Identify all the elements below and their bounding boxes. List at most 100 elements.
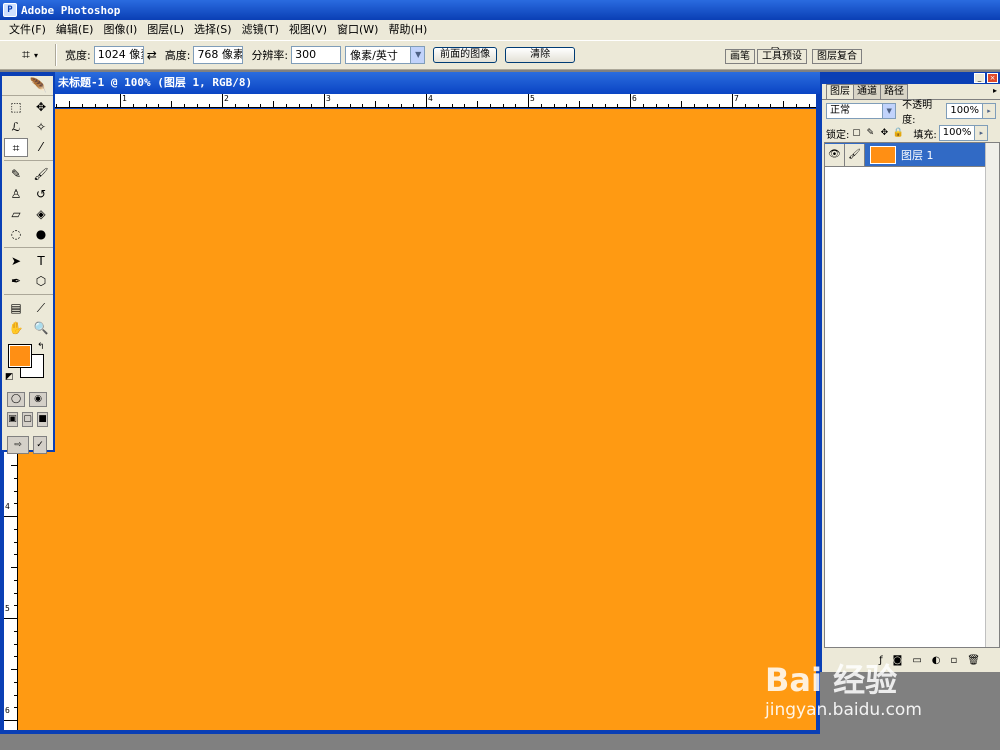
clear-button[interactable]: 清除 [505,47,576,63]
ruler-tick [14,681,17,683]
well-tab-layer-comps[interactable]: 图层复合 [812,49,862,64]
layers-scrollbar[interactable] [985,143,999,647]
trash-icon[interactable]: 🗑 [967,655,980,666]
slice-tool-icon[interactable]: ⁄ [29,138,53,157]
paint-bucket-tool-icon[interactable]: ◈ [29,205,53,224]
menu-select[interactable]: 选择(S) [189,21,237,39]
height-input[interactable]: 768 像素 [193,46,244,64]
full-screen-icon[interactable]: ■ [37,412,48,427]
blur-tool-icon[interactable]: ◌ [4,225,28,244]
tab-layers[interactable]: 图层 [826,84,854,99]
menu-view[interactable]: 视图(V) [284,21,332,39]
layers-panel: _ × 图层 通道 路径 ▸ 正常 ▼ 不透明度: 100% ▸ 锁定: ▢ ✎… [820,72,1000,672]
ruler-tick [400,104,402,107]
fill-input[interactable]: 100% ▸ [938,125,989,141]
layer-brush-link-icon[interactable]: 🖌 [845,143,865,166]
ruler-tick [311,104,313,107]
minimize-icon[interactable]: _ [974,73,985,83]
ruler-tick [14,630,17,632]
panel-menu-icon[interactable]: ▸ [993,84,1000,99]
opacity-label: 不透明度: [902,100,933,126]
resolution-unit-select[interactable]: 像素/英寸 ▼ [345,46,426,64]
healing-brush-tool-icon[interactable]: ✎ [4,165,28,184]
ruler-tick [14,694,17,696]
shape-tool-icon[interactable]: ⬡ [29,272,53,291]
ruler-number: 6 [632,94,637,103]
default-colors-icon[interactable]: ◩ [5,372,14,382]
edit-in-imageready-icon[interactable]: ✓ [33,436,47,454]
color-swatches: ↰ ◩ [4,342,51,386]
crop-tool-icon[interactable]: ⌗ [4,138,28,157]
front-image-button[interactable]: 前面的图像 [433,47,498,63]
ruler-tick [489,104,491,107]
chevron-down-icon: ▾ [33,50,38,60]
standard-screen-icon[interactable]: ▣ [7,412,18,427]
opacity-input[interactable]: 100% ▸ [946,103,996,119]
path-selection-tool-icon[interactable]: ➤ [4,252,28,271]
menu-help[interactable]: 帮助(H) [383,21,432,39]
menu-filter[interactable]: 滤镜(T) [237,21,284,39]
menu-file[interactable]: 文件(F) [4,21,51,39]
pen-tool-icon[interactable]: ✒ [4,272,28,291]
document-title[interactable]: 未标题-1 @ 100% (图层 1, RGB/8) [0,72,820,94]
full-screen-menu-icon[interactable]: ▢ [22,412,33,427]
lock-all-icon[interactable]: 🔒 [891,128,905,138]
ruler-tick [502,104,504,107]
ruler-tick [617,104,619,107]
move-tool-icon[interactable]: ✥ [29,98,53,117]
close-icon[interactable]: × [987,73,998,83]
ruler-tick [553,104,555,107]
ruler-tick [770,104,772,107]
foreground-color-swatch[interactable] [8,344,32,368]
resolution-input[interactable]: 300 [291,46,342,64]
magic-wand-tool-icon[interactable]: ✧ [29,118,53,137]
layer-row[interactable]: 👁 🖌 图层 1 [825,143,985,167]
blend-mode-value: 正常 [830,105,850,116]
ruler-tick [362,104,364,107]
zoom-tool-icon[interactable]: 🔍 [29,319,53,338]
jump-to-imageready-icon[interactable]: ⇨ [7,436,29,454]
tab-channels[interactable]: 通道 [853,84,881,99]
options-bar: ⌗▾ 宽度: 1024 像素 ⇄ 高度: 768 像素 分辨率: 300 像素/… [0,40,1000,70]
history-brush-tool-icon[interactable]: ↺ [29,185,53,204]
menu-edit[interactable]: 编辑(E) [51,21,99,39]
standard-mode-icon[interactable]: ◯ [7,392,25,407]
swap-dimensions-icon[interactable]: ⇄ [144,48,160,62]
toolbox: 🪶 ⬚ ✥ ℒ ✧ ⌗ ⁄ ✎ 🖌 ♙ ↺ ▱ ◈ ◌ ● ➤ T ✒ ⬡ ▤ … [0,72,55,454]
feather-logo-icon[interactable]: 🪶 [2,76,53,96]
width-input[interactable]: 1024 像素 [93,46,144,64]
notes-tool-icon[interactable]: ▤ [4,299,28,318]
horizontal-ruler[interactable]: 1 2 3 4 5 6 7 [4,94,816,108]
eraser-tool-icon[interactable]: ▱ [4,205,28,224]
ruler-tick [732,94,733,107]
ruler-tick [145,104,147,107]
visibility-eye-icon[interactable]: 👁 [825,143,845,166]
dodge-tool-icon[interactable]: ● [29,225,53,244]
ruler-tick [757,104,759,107]
tool-grid: ⬚ ✥ ℒ ✧ ⌗ ⁄ ✎ 🖌 ♙ ↺ ▱ ◈ ◌ ● ➤ T ✒ ⬡ ▤ ⟋ … [2,96,53,338]
marquee-tool-icon[interactable]: ⬚ [4,98,28,117]
hand-tool-icon[interactable]: ✋ [4,319,28,338]
blend-mode-select[interactable]: 正常 ▼ [826,103,897,119]
menu-layer[interactable]: 图层(L) [142,21,189,39]
image-canvas[interactable] [18,109,816,730]
lock-transparent-icon[interactable]: ▢ [849,128,863,138]
clone-stamp-tool-icon[interactable]: ♙ [4,185,28,204]
swap-colors-icon[interactable]: ↰ [37,342,45,352]
resolution-unit-value: 像素/英寸 [350,49,398,62]
eyedropper-tool-icon[interactable]: ⟋ [29,299,53,318]
tool-preset-picker[interactable]: ⌗ ▾ [8,44,52,66]
well-tab-brushes[interactable]: 画笔 [725,49,755,64]
quick-mask-icon[interactable]: ◉ [29,392,47,407]
brush-tool-icon[interactable]: 🖌 [29,165,53,184]
ruler-tick [681,101,682,107]
ruler-tick [655,104,657,107]
well-tab-tool-presets[interactable]: 工具预设 [757,49,807,64]
lasso-tool-icon[interactable]: ℒ [4,118,28,137]
menu-image[interactable]: 图像(I) [98,21,142,39]
menu-window[interactable]: 窗口(W) [332,21,383,39]
lock-image-icon[interactable]: ✎ [863,128,877,138]
ruler-tick [693,104,695,107]
lock-position-icon[interactable]: ✥ [877,128,891,138]
type-tool-icon[interactable]: T [29,252,53,271]
